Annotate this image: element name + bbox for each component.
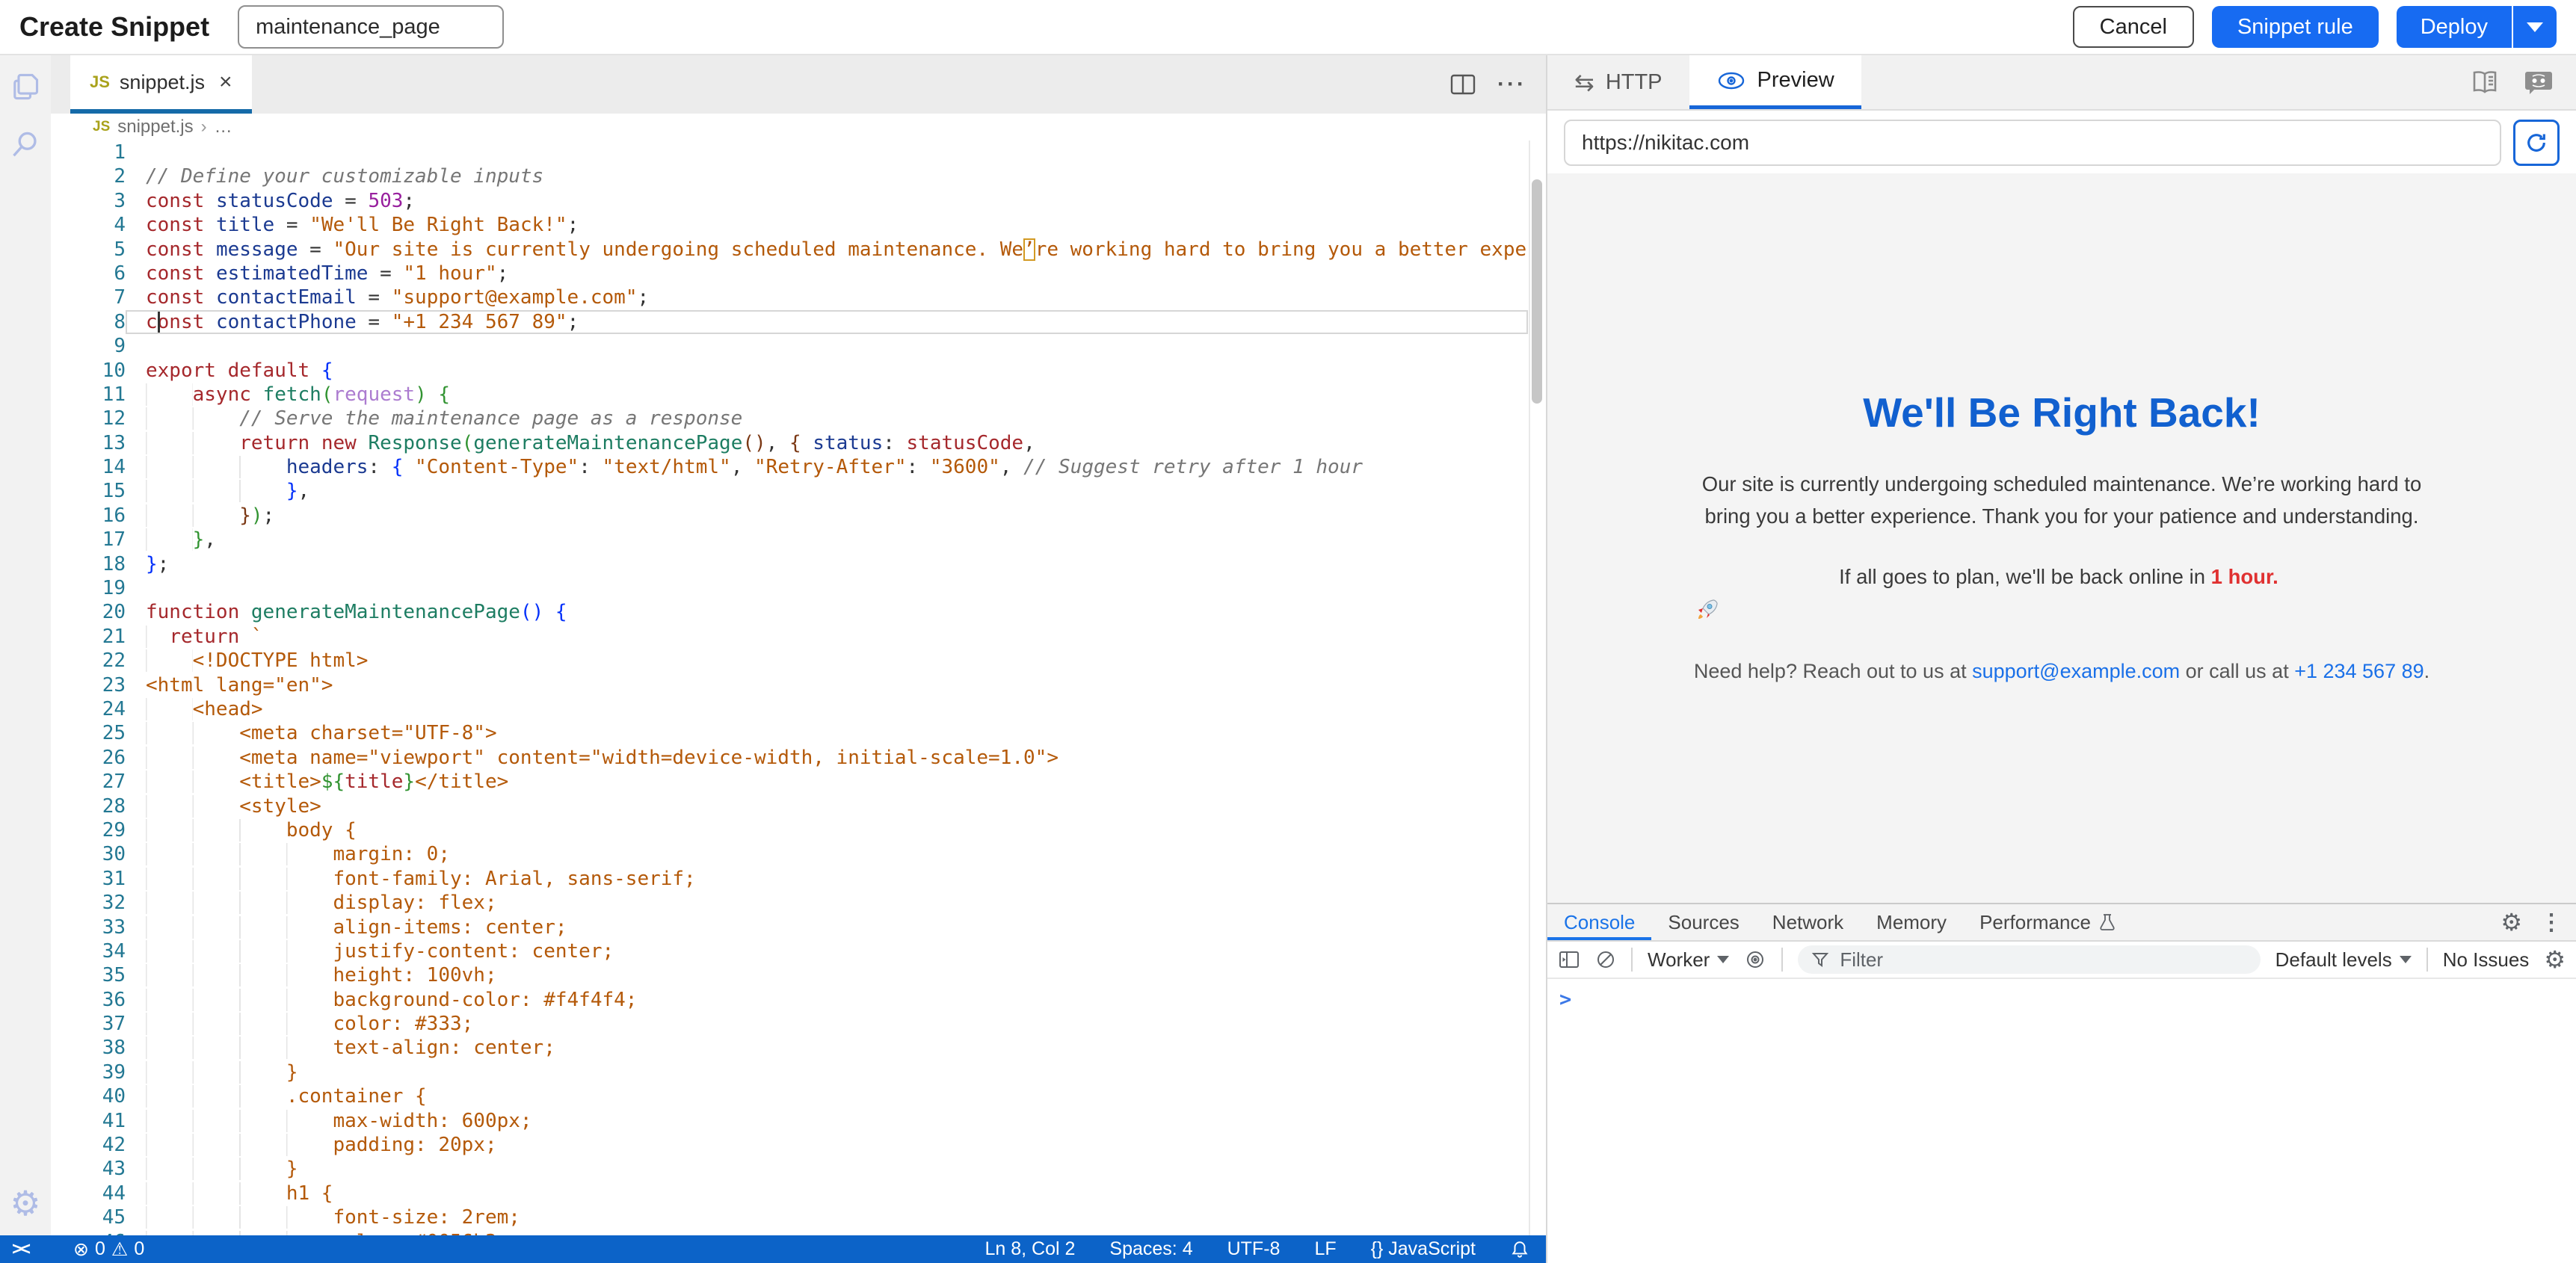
chevron-down-icon — [2527, 22, 2543, 32]
maintenance-eta: If all goes to plan, we'll be back onlin… — [1694, 561, 2429, 623]
tab-http[interactable]: ⇆ HTTP — [1547, 55, 1689, 109]
page-title: Create Snippet — [19, 11, 209, 43]
snippet-rule-button[interactable]: Snippet rule — [2212, 6, 2379, 48]
settings-gear-icon[interactable]: ⚙ — [10, 1186, 40, 1220]
close-tab-icon[interactable]: × — [219, 70, 232, 95]
cursor-position[interactable]: Ln 8, Col 2 — [985, 1238, 1076, 1260]
deploy-button[interactable]: Deploy — [2397, 6, 2512, 48]
search-icon[interactable] — [9, 129, 42, 161]
deploy-dropdown-button[interactable] — [2513, 6, 2557, 48]
editor-scrollbar-thumb[interactable] — [1532, 179, 1542, 404]
deploy-split-button: Deploy — [2397, 6, 2557, 48]
http-arrows-icon: ⇆ — [1574, 68, 1594, 96]
maintenance-page: We'll Be Right Back! Our site is current… — [1694, 389, 2429, 688]
console-toolbar: Worker Filter Default levels — [1547, 942, 2576, 979]
docs-book-icon[interactable] — [2470, 70, 2500, 95]
status-bar: >< ⊗ 0 ⚠ 0 Ln 8, Col 2 Spaces: 4 UTF-8 L… — [0, 1235, 1546, 1263]
console-output[interactable]: > — [1547, 979, 2576, 1011]
console-prompt-chevron[interactable]: > — [1559, 988, 1571, 1011]
code-lines: 12// Define your customizable inputs3con… — [51, 140, 1546, 1235]
default-levels-dropdown[interactable]: Default levels — [2275, 948, 2412, 972]
maintenance-heading: We'll Be Right Back! — [1694, 389, 2429, 436]
breadcrumb-more[interactable]: … — [215, 117, 232, 138]
devtools-tab-bar: Console Sources Network Memory Performan… — [1547, 904, 2576, 942]
devtools-tab-sources[interactable]: Sources — [1651, 904, 1755, 940]
devtools-menu-icon[interactable]: ⋮ — [2540, 910, 2563, 936]
chevron-right-icon: › — [201, 117, 207, 138]
language-mode[interactable]: {} JavaScript — [1371, 1238, 1476, 1260]
warning-count: 0 — [134, 1238, 144, 1260]
preview-viewport: We'll Be Right Back! Our site is current… — [1547, 173, 2576, 903]
eta-value: 1 hour. — [2211, 565, 2278, 588]
devtools-settings-gear-icon[interactable]: ⚙ — [2500, 910, 2522, 934]
cancel-button[interactable]: Cancel — [2073, 6, 2194, 48]
toolbar-divider — [2426, 948, 2428, 972]
error-count: 0 — [95, 1238, 105, 1260]
activity-bar: ⚙ — [0, 55, 51, 1235]
devtools-tab-memory[interactable]: Memory — [1860, 904, 1963, 940]
breadcrumb-file[interactable]: snippet.js — [117, 117, 193, 138]
rocket-icon — [1694, 597, 2429, 623]
editor-scrollbar-track — [1529, 140, 1530, 1235]
notifications-bell-icon[interactable] — [1510, 1240, 1529, 1259]
js-file-icon: JS — [90, 72, 110, 92]
issues-counter[interactable]: No Issues — [2443, 948, 2530, 972]
breadcrumb[interactable]: JS snippet.js › … — [51, 114, 1546, 140]
maintenance-message: Our site is currently undergoing schedul… — [1694, 468, 2429, 532]
js-file-icon-small: JS — [93, 119, 110, 135]
discord-icon[interactable] — [2524, 69, 2554, 96]
more-actions-icon[interactable]: ··· — [1497, 72, 1526, 97]
indentation-setting[interactable]: Spaces: 4 — [1109, 1238, 1192, 1260]
warning-triangle-icon: ⚠ — [111, 1238, 128, 1261]
split-editor-icon[interactable] — [1449, 72, 1476, 96]
preview-url-row: https://nikitac.com — [1547, 112, 2576, 173]
eol-setting[interactable]: LF — [1314, 1238, 1336, 1260]
devtools-tab-network[interactable]: Network — [1756, 904, 1860, 940]
devtools-panel: Console Sources Network Memory Performan… — [1547, 903, 2576, 1263]
devtools-tab-console[interactable]: Console — [1547, 904, 1651, 940]
context-selector[interactable]: Worker — [1648, 948, 1729, 972]
preview-tab-bar: ⇆ HTTP Preview — [1547, 55, 2576, 111]
problems-indicator[interactable]: ⊗ 0 ⚠ 0 — [73, 1238, 144, 1261]
chevron-down-icon — [2400, 956, 2412, 963]
braces-icon: {} — [1371, 1238, 1384, 1259]
funnel-icon — [1811, 951, 1829, 969]
tab-label: snippet.js — [120, 71, 205, 94]
tab-preview[interactable]: Preview — [1689, 55, 1861, 109]
code-editor[interactable]: 12// Define your customizable inputs3con… — [51, 140, 1546, 1235]
clear-console-icon[interactable] — [1595, 949, 1616, 970]
error-circle-icon: ⊗ — [73, 1238, 89, 1261]
live-expression-eye-icon[interactable] — [1744, 949, 1766, 970]
console-sidebar-icon[interactable] — [1558, 949, 1580, 970]
editor-tab-bar: JS snippet.js × ··· — [51, 55, 1546, 114]
console-settings-gear-icon[interactable]: ⚙ — [2544, 948, 2566, 972]
chevron-down-icon — [1717, 956, 1729, 963]
snippet-name-input[interactable] — [238, 5, 504, 49]
refresh-button[interactable] — [2513, 120, 2560, 166]
support-email-link[interactable]: support@example.com — [1972, 660, 2180, 682]
flask-icon — [2098, 912, 2116, 932]
toolbar-divider — [1631, 948, 1633, 972]
console-filter-input[interactable]: Filter — [1798, 945, 2260, 974]
maintenance-help: Need help? Reach out to us at support@ex… — [1694, 655, 2429, 688]
phone-link[interactable]: +1 234 567 89 — [2294, 660, 2424, 682]
right-panel: ⇆ HTTP Preview — [1546, 55, 2576, 1263]
eye-icon — [1716, 70, 1746, 91]
tab-snippet-js[interactable]: JS snippet.js × — [70, 55, 252, 114]
devtools-tab-performance[interactable]: Performance — [1963, 904, 2133, 940]
remote-indicator-icon[interactable]: >< — [12, 1239, 28, 1260]
encoding-setting[interactable]: UTF-8 — [1227, 1238, 1281, 1260]
preview-url-input[interactable]: https://nikitac.com — [1564, 120, 2501, 166]
files-icon[interactable] — [9, 70, 42, 103]
toolbar-divider — [1781, 948, 1783, 972]
top-header: Create Snippet Cancel Snippet rule Deplo… — [0, 0, 2576, 55]
